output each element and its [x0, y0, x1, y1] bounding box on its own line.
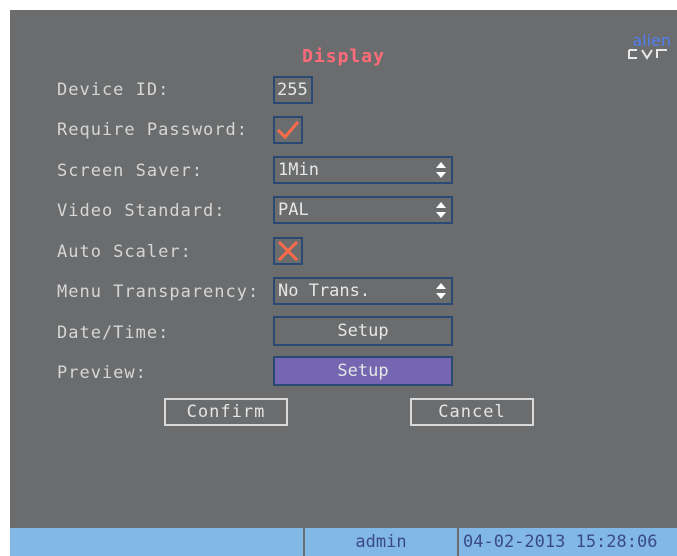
logo-line1: alien	[632, 31, 671, 50]
datetime-label: Date/Time:	[57, 323, 170, 343]
status-bar: admin 04-02-2013 15:28:06	[10, 528, 677, 556]
menu-transparency-value: No Trans.	[278, 281, 371, 301]
up-down-arrows-icon	[436, 162, 446, 178]
video-standard-label: Video Standard:	[57, 201, 226, 221]
datetime-setup-button[interactable]: Setup	[273, 316, 453, 346]
require-password-label: Require Password:	[57, 120, 248, 140]
page-title: Display	[302, 46, 385, 67]
auto-scaler-checkbox[interactable]	[273, 237, 303, 265]
brand-logo: alien	[627, 31, 671, 63]
screen-saver-label: Screen Saver:	[57, 161, 204, 181]
auto-scaler-label: Auto Scaler:	[57, 242, 192, 262]
device-id-label: Device ID:	[57, 80, 170, 100]
status-user: admin	[305, 528, 457, 556]
status-bar-blank-segment	[10, 528, 303, 556]
screen-saver-select[interactable]: 1Min	[273, 156, 453, 184]
screen-saver-value: 1Min	[278, 160, 319, 180]
checkmark-icon	[276, 121, 300, 140]
up-down-arrows-icon	[436, 202, 446, 218]
preview-setup-button[interactable]: Setup	[273, 356, 453, 386]
logo-line2	[627, 48, 671, 63]
cancel-button[interactable]: Cancel	[410, 398, 534, 426]
x-mark-icon	[277, 240, 299, 262]
video-standard-select[interactable]: PAL	[273, 196, 453, 224]
device-id-field[interactable]: 255	[273, 76, 313, 104]
require-password-checkbox[interactable]	[273, 116, 303, 144]
video-standard-value: PAL	[278, 200, 309, 220]
confirm-button[interactable]: Confirm	[164, 398, 288, 426]
status-datetime: 04-02-2013 15:28:06	[459, 528, 677, 556]
preview-label: Preview:	[57, 363, 147, 383]
menu-transparency-label: Menu Transparency:	[57, 282, 260, 302]
menu-transparency-select[interactable]: No Trans.	[273, 277, 453, 305]
up-down-arrows-icon	[436, 283, 446, 299]
display-menu-screen: Display alien Device ID: 255 Require Pas…	[10, 10, 677, 556]
